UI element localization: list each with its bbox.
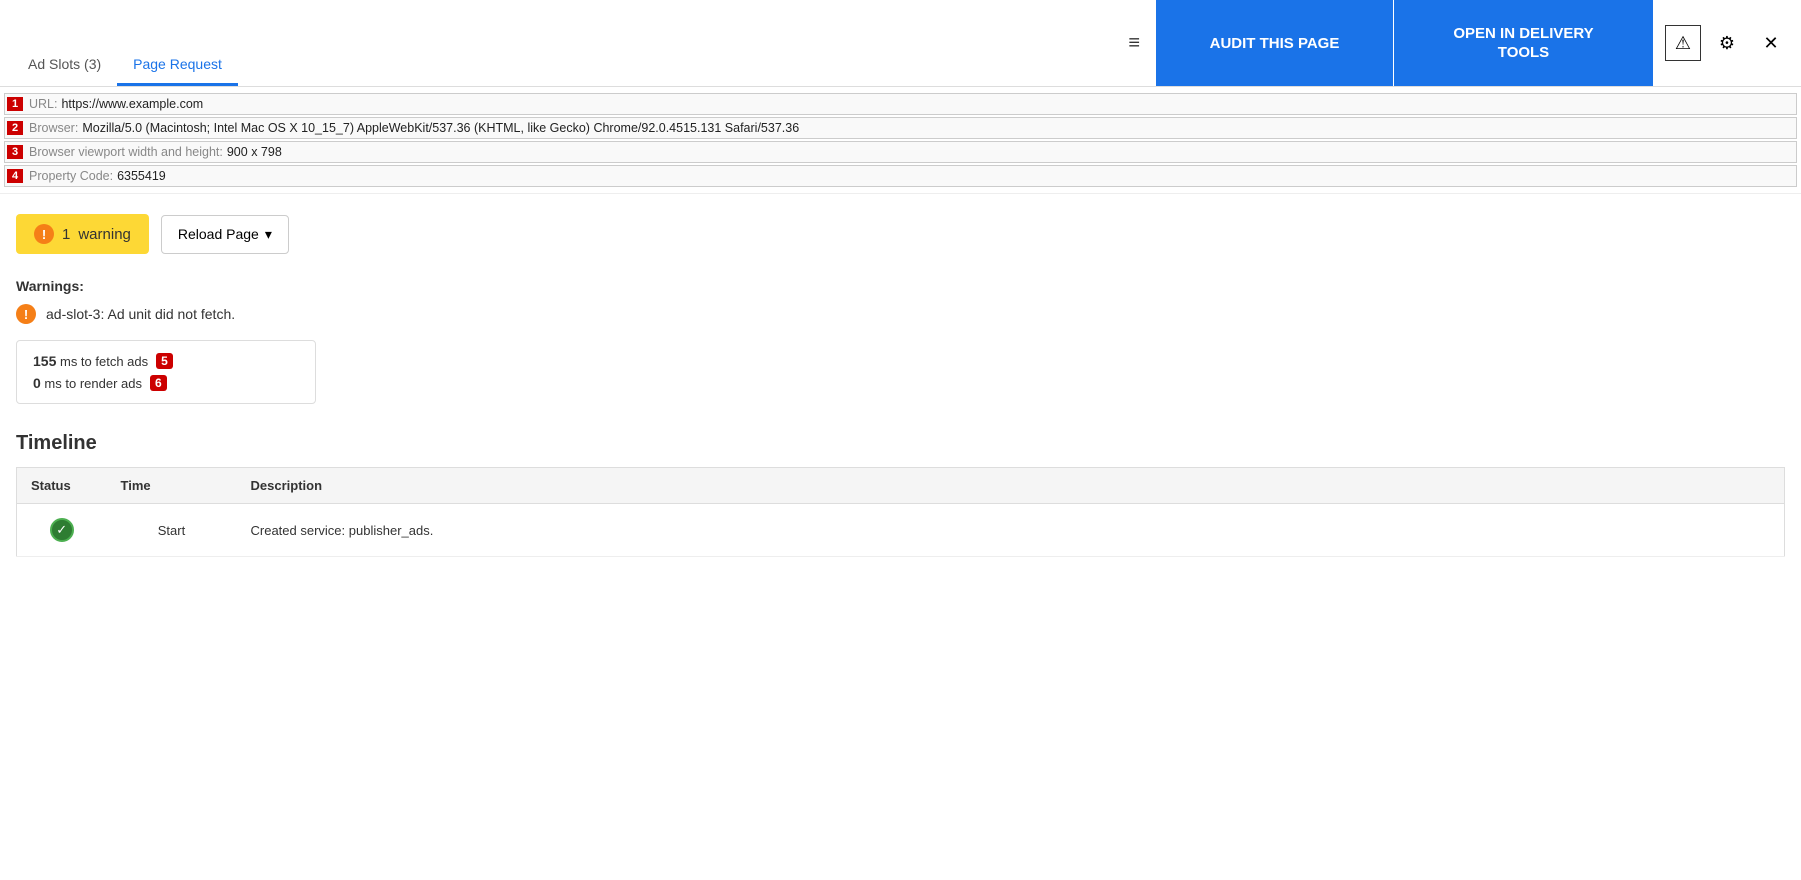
warning-item-text: ad-slot-3: Ad unit did not fetch. bbox=[46, 306, 235, 322]
table-row: ✓ Start Created service: publisher_ads. bbox=[17, 504, 1785, 557]
render-label-text: ms to render ads bbox=[44, 376, 142, 391]
row-label: Browser viewport width and height: bbox=[29, 145, 223, 159]
status-cell: ✓ bbox=[17, 504, 107, 557]
warning-bar: ! 1 warning Reload Page ▾ bbox=[16, 214, 1785, 254]
row-label: Property Code: bbox=[29, 169, 113, 183]
row-value: 900 x 798 bbox=[227, 145, 282, 159]
col-header-status: Status bbox=[17, 468, 107, 504]
fetch-label-text: ms to fetch ads bbox=[60, 354, 148, 369]
info-row: 4 Property Code: 6355419 bbox=[4, 165, 1797, 187]
row-value: https://www.example.com bbox=[61, 97, 203, 111]
timeline-title: Timeline bbox=[16, 432, 1785, 455]
header-icons: ⚠ ⚙ ✕ bbox=[1653, 0, 1801, 86]
fetch-ms: 155 bbox=[33, 353, 56, 369]
description-cell: Created service: publisher_ads. bbox=[237, 504, 1785, 557]
info-row: 1 URL: https://www.example.com bbox=[4, 93, 1797, 115]
row-num: 1 bbox=[7, 97, 23, 111]
warning-badge: ! 1 warning bbox=[16, 214, 149, 254]
header: Ad Slots (3) Page Request ≡ AUDIT THIS P… bbox=[0, 0, 1801, 87]
fetch-stat-row: 155 ms to fetch ads 5 bbox=[33, 353, 299, 369]
info-row: 2 Browser: Mozilla/5.0 (Macintosh; Intel M… bbox=[4, 117, 1797, 139]
row-label: Browser: bbox=[29, 121, 78, 135]
stats-box: 155 ms to fetch ads 5 0 ms to render ads… bbox=[16, 340, 316, 404]
status-check-icon: ✓ bbox=[50, 518, 74, 542]
row-num: 3 bbox=[7, 145, 23, 159]
row-label: URL: bbox=[29, 97, 57, 111]
row-num: 2 bbox=[7, 121, 23, 135]
close-icon-button[interactable]: ✕ bbox=[1753, 25, 1789, 61]
chevron-down-icon: ▾ bbox=[265, 226, 272, 243]
alert-icon-button[interactable]: ⚠ bbox=[1665, 25, 1701, 61]
render-stat-row: 0 ms to render ads 6 bbox=[33, 375, 299, 391]
reload-page-button[interactable]: Reload Page ▾ bbox=[161, 215, 289, 254]
row-num: 4 bbox=[7, 169, 23, 183]
row-value: 6355419 bbox=[117, 169, 166, 183]
warning-item-icon: ! bbox=[16, 304, 36, 324]
warning-badge-icon: ! bbox=[34, 224, 54, 244]
render-badge: 6 bbox=[150, 375, 167, 391]
time-cell: Start bbox=[107, 504, 237, 557]
warnings-title: Warnings: bbox=[16, 278, 1785, 294]
row-value: Mozilla/5.0 (Macintosh; Intel Mac OS X 1… bbox=[82, 121, 799, 135]
fetch-badge: 5 bbox=[156, 353, 173, 369]
tab-page-request[interactable]: Page Request bbox=[117, 46, 238, 86]
info-section: 1 URL: https://www.example.com 2 Browser: Moz… bbox=[0, 87, 1801, 194]
timeline-table: Status Time Description ✓ Start Created … bbox=[16, 467, 1785, 557]
tab-ad-slots[interactable]: Ad Slots (3) bbox=[12, 46, 117, 86]
menu-icon[interactable]: ≡ bbox=[1112, 0, 1156, 86]
warnings-section: Warnings: ! ad-slot-3: Ad unit did not fe… bbox=[16, 278, 1785, 324]
main-content: ! 1 warning Reload Page ▾ Warnings: ! ad-… bbox=[0, 194, 1801, 577]
info-row: 3 Browser viewport width and height: 900 x… bbox=[4, 141, 1797, 163]
render-ms: 0 bbox=[33, 375, 41, 391]
warning-label: warning bbox=[78, 226, 131, 243]
warning-count: 1 bbox=[62, 226, 70, 243]
audit-this-page-button[interactable]: AUDIT THIS PAGE bbox=[1156, 0, 1393, 86]
col-header-time: Time bbox=[107, 468, 237, 504]
tab-bar: Ad Slots (3) Page Request bbox=[0, 0, 250, 86]
reload-page-label: Reload Page bbox=[178, 226, 259, 242]
timeline-header-row: Status Time Description bbox=[17, 468, 1785, 504]
warning-item: ! ad-slot-3: Ad unit did not fetch. bbox=[16, 304, 1785, 324]
col-header-description: Description bbox=[237, 468, 1785, 504]
gear-icon-button[interactable]: ⚙ bbox=[1709, 25, 1745, 61]
open-in-delivery-tools-button[interactable]: OPEN IN DELIVERY TOOLS bbox=[1393, 0, 1653, 86]
